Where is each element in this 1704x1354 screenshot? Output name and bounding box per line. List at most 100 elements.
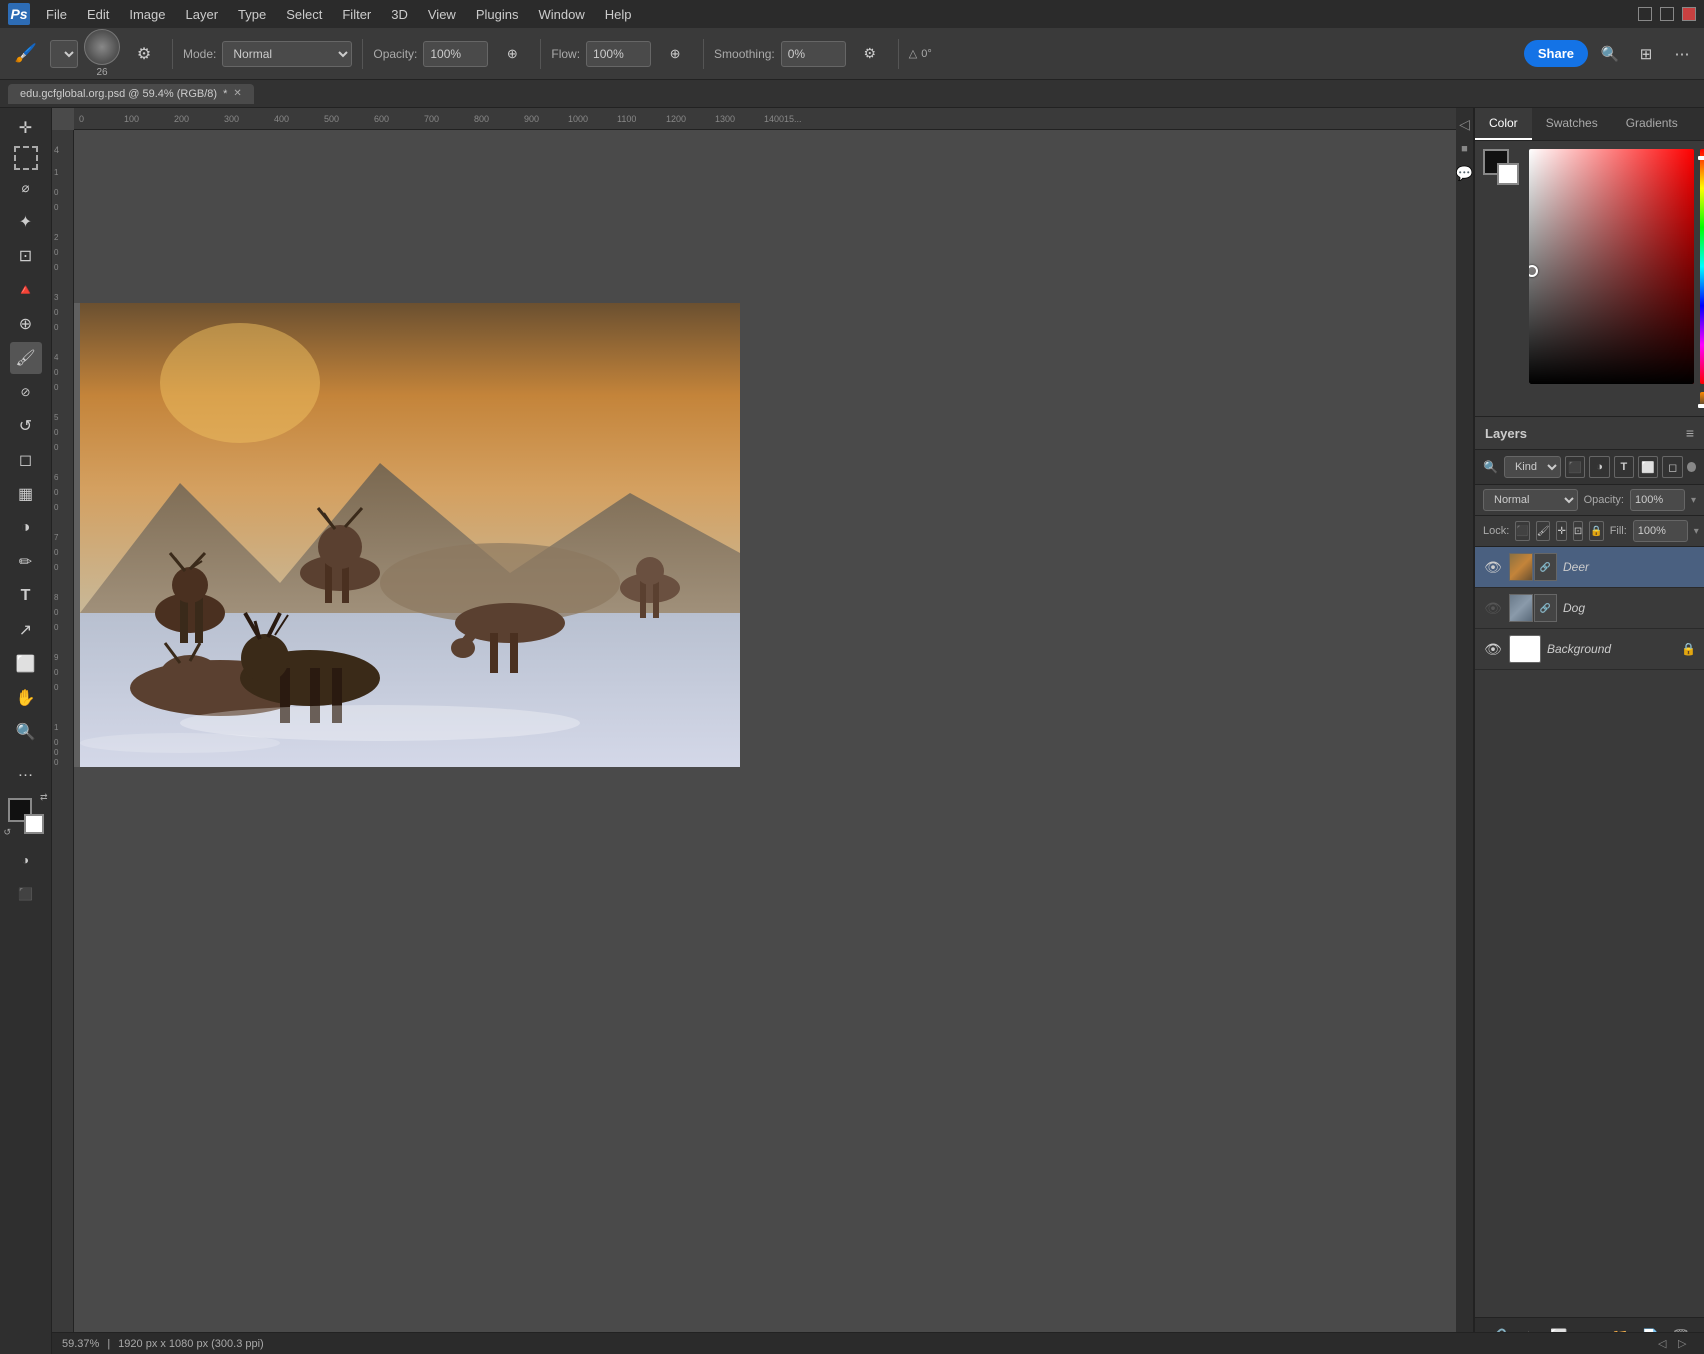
alpha-strip[interactable] (1700, 392, 1704, 408)
chat-icon[interactable]: 💬 (1456, 165, 1473, 182)
pressure-flow-button[interactable]: ⊕ (657, 36, 693, 72)
more-tools[interactable]: … (10, 756, 42, 788)
layer-item-background[interactable]: 👁 Background 🔒 (1475, 629, 1704, 670)
canvas-image[interactable] (80, 303, 740, 767)
canvas-document[interactable] (74, 130, 1456, 1334)
pen-tool[interactable]: ✏ (10, 546, 42, 578)
blend-mode-select[interactable]: Normal (222, 41, 352, 67)
lock-all-button[interactable]: 🔒 (1589, 521, 1603, 541)
foreground-info-icon[interactable]: ■ (1461, 143, 1468, 155)
pressure-opacity-button[interactable]: ⊕ (494, 36, 530, 72)
color-swatch-pair[interactable]: ⇄ ↺ (8, 798, 44, 834)
background-color[interactable] (24, 814, 44, 834)
screen-mode-toggle[interactable]: ⬛ (10, 878, 42, 910)
document-tab[interactable]: edu.gcfglobal.org.psd @ 59.4% (RGB/8) * … (8, 84, 254, 104)
lasso-tool[interactable]: ⌀ (10, 172, 42, 204)
dodge-tool[interactable]: ◑ (10, 512, 42, 544)
background-swatch[interactable] (1497, 163, 1519, 185)
smoothing-settings-button[interactable]: ⚙ (852, 36, 888, 72)
marquee-tool[interactable] (14, 146, 38, 170)
minimize-button[interactable] (1638, 7, 1652, 21)
layer-visibility-background[interactable]: 👁 (1483, 639, 1503, 659)
lock-pixels-button[interactable]: ⬛ (1515, 521, 1529, 541)
hand-tool[interactable]: ✋ (10, 682, 42, 714)
menu-file[interactable]: File (38, 5, 75, 24)
filter-smart-button[interactable]: ◻ (1662, 456, 1682, 478)
opacity-dropdown-arrow[interactable]: ▾ (1691, 495, 1696, 506)
status-next-button[interactable]: ▷ (1678, 1336, 1694, 1352)
filter-shape-button[interactable]: ⬜ (1638, 456, 1658, 478)
menu-type[interactable]: Type (230, 5, 274, 24)
lock-image-button[interactable]: 🖌 (1536, 521, 1551, 541)
layer-blend-select[interactable]: Normal (1483, 489, 1578, 511)
menu-image[interactable]: Image (121, 5, 173, 24)
hue-strip[interactable] (1700, 149, 1704, 384)
filter-adjustment-button[interactable]: ◑ (1589, 456, 1609, 478)
magic-wand-tool[interactable]: ✦ (10, 206, 42, 238)
lock-position-button[interactable]: ✛ (1556, 521, 1566, 541)
swap-colors-icon[interactable]: ⇄ (40, 792, 48, 803)
text-tool[interactable]: T (10, 580, 42, 612)
default-colors-icon[interactable]: ↺ (4, 827, 12, 838)
layer-fill-input[interactable] (1633, 520, 1688, 542)
fill-dropdown-arrow[interactable]: ▾ (1694, 526, 1699, 537)
brush-tool[interactable]: 🖌 (10, 342, 42, 374)
stamp-tool[interactable]: ⊘ (10, 376, 42, 408)
brush-settings-button[interactable]: ⚙ (126, 36, 162, 72)
close-button[interactable] (1682, 7, 1696, 21)
panel-toggle-button[interactable]: ◁ (1459, 116, 1470, 133)
filter-pixel-button[interactable]: ⬛ (1565, 456, 1585, 478)
layers-panel-menu-icon[interactable]: ≡ (1686, 425, 1694, 441)
menu-3d[interactable]: 3D (383, 5, 416, 24)
eraser-tool[interactable]: ◻ (10, 444, 42, 476)
brush-preset-picker[interactable] (50, 40, 78, 68)
menu-select[interactable]: Select (278, 5, 330, 24)
history-brush-tool[interactable]: ↺ (10, 410, 42, 442)
opacity-input[interactable] (423, 41, 488, 67)
layer-visibility-deer[interactable]: 👁 (1483, 557, 1503, 577)
shape-tool[interactable]: ⬜ (10, 648, 42, 680)
move-tool[interactable]: ✛ (10, 112, 42, 144)
tab-swatches[interactable]: Swatches (1532, 108, 1612, 140)
tab-gradients[interactable]: Gradients (1612, 108, 1692, 140)
tab-patterns[interactable]: Patterns (1692, 108, 1704, 140)
menu-window[interactable]: Window (530, 5, 592, 24)
svg-text:0: 0 (54, 758, 59, 767)
svg-text:300: 300 (224, 114, 239, 124)
color-picker-gradient[interactable] (1529, 149, 1694, 384)
canvas-area: 0 100 200 300 400 500 600 700 800 900 10… (52, 108, 1456, 1354)
smoothing-input[interactable] (781, 41, 846, 67)
share-button[interactable]: Share (1524, 40, 1588, 67)
gradient-tool[interactable]: ▦ (10, 478, 42, 510)
zoom-tool[interactable]: 🔍 (10, 716, 42, 748)
flow-input[interactable] (586, 41, 651, 67)
menu-edit[interactable]: Edit (79, 5, 117, 24)
arrange-button[interactable]: ⊞ (1632, 40, 1660, 68)
lock-artboard-button[interactable]: ⊡ (1573, 521, 1583, 541)
menu-layer[interactable]: Layer (178, 5, 227, 24)
menu-help[interactable]: Help (597, 5, 640, 24)
maximize-button[interactable] (1660, 7, 1674, 21)
menu-view[interactable]: View (420, 5, 464, 24)
more-button[interactable]: ⋯ (1668, 40, 1696, 68)
layer-opacity-input[interactable] (1630, 489, 1685, 511)
brush-preview[interactable]: 26 (84, 29, 120, 78)
svg-text:0: 0 (54, 263, 59, 272)
tab-color[interactable]: Color (1475, 108, 1532, 140)
brush-tool-button[interactable]: 🖌️ (8, 36, 44, 72)
layer-item-deer[interactable]: 👁 🔗 Deer (1475, 547, 1704, 588)
tab-close-button[interactable]: ✕ (233, 88, 241, 99)
layer-visibility-dog[interactable]: 👁 (1483, 598, 1503, 618)
path-select-tool[interactable]: ↗ (10, 614, 42, 646)
quick-mask-toggle[interactable]: ◑ (10, 844, 42, 876)
search-button[interactable]: 🔍 (1596, 40, 1624, 68)
status-prev-button[interactable]: ◁ (1658, 1336, 1674, 1352)
menu-plugins[interactable]: Plugins (468, 5, 527, 24)
menu-filter[interactable]: Filter (334, 5, 379, 24)
eyedropper-tool[interactable]: 🔺 (10, 274, 42, 306)
layer-filter-select[interactable]: Kind (1504, 456, 1561, 478)
filter-type-button[interactable]: T (1614, 456, 1634, 478)
layer-item-dog[interactable]: 👁 🔗 Dog (1475, 588, 1704, 629)
crop-tool[interactable]: ⊡ (10, 240, 42, 272)
spot-heal-tool[interactable]: ⊕ (10, 308, 42, 340)
